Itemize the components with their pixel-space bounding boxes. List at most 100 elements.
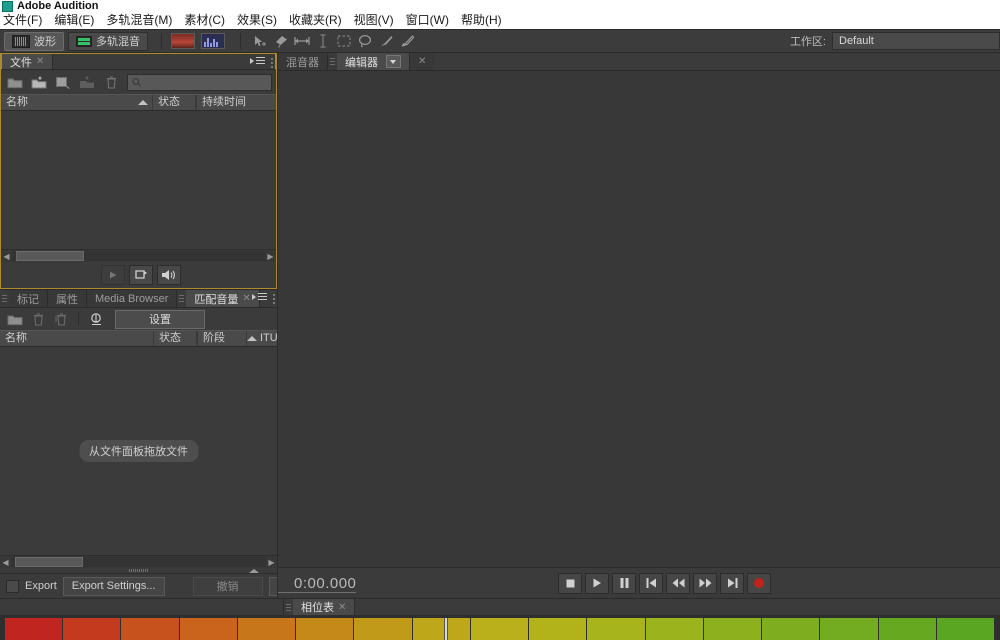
remove-file-icon[interactable] [28, 310, 48, 328]
stop-button[interactable] [558, 572, 582, 594]
column-name[interactable]: 名称 [0, 331, 153, 346]
match-loudness-list[interactable]: 从文件面板拖放文件 [0, 347, 277, 555]
panel-menu-icon[interactable] [250, 57, 265, 64]
column-status[interactable]: 状态 [153, 331, 197, 346]
scroll-left-icon[interactable]: ◀ [0, 557, 11, 568]
scroll-right-icon[interactable]: ▶ [265, 251, 276, 262]
spectral-pitch-display-icon[interactable] [201, 33, 225, 49]
close-icon[interactable]: ✕ [36, 56, 44, 67]
meter-tab-drag-handle[interactable] [284, 599, 293, 615]
editor-canvas[interactable] [278, 71, 1000, 567]
match-scroll-track[interactable] [11, 557, 266, 567]
scroll-left-icon[interactable]: ◀ [1, 251, 12, 262]
scan-loudness-icon[interactable] [86, 310, 106, 328]
tab-mixer[interactable]: 混音器 [278, 53, 328, 70]
lasso-selection-icon[interactable] [355, 32, 375, 50]
files-horizontal-scrollbar[interactable]: ◀ ▶ [1, 249, 276, 262]
remove-all-files-icon[interactable] [51, 310, 71, 328]
paintbrush-selection-icon[interactable] [376, 32, 396, 50]
scroll-right-icon[interactable]: ▶ [266, 557, 277, 568]
transport-bar: 0:00.000 [278, 567, 1000, 598]
spectral-frequency-display-icon[interactable] [171, 33, 195, 49]
editor-tab-drag-handle[interactable] [328, 53, 337, 70]
panel-resize-grip[interactable] [0, 568, 277, 573]
column-name[interactable]: 名称 [1, 95, 152, 110]
match-horizontal-scrollbar[interactable]: ◀ ▶ [0, 555, 277, 568]
slip-tool-icon[interactable] [271, 32, 291, 50]
chevron-down-icon[interactable] [386, 55, 401, 68]
fast-forward-button[interactable] [693, 572, 717, 594]
tab-properties[interactable]: 属性 [48, 290, 87, 307]
timecode-display[interactable]: 0:00.000 [278, 575, 357, 593]
tab-phase-meter[interactable]: 相位表 ✕ [293, 599, 356, 615]
tab-match-loudness[interactable]: 匹配音量 ✕ [186, 290, 260, 307]
multitrack-view-button[interactable]: 多轨混音 [68, 31, 148, 51]
match-scroll-thumb[interactable] [15, 557, 83, 567]
files-scroll-thumb[interactable] [16, 251, 84, 261]
export-file-icon[interactable] [77, 73, 97, 91]
files-volume-button[interactable] [157, 265, 181, 285]
meter-segment [5, 618, 64, 640]
menu-help[interactable]: 帮助(H) [461, 12, 510, 29]
panel-options-icon[interactable] [271, 58, 273, 68]
move-to-end-button[interactable] [720, 572, 744, 594]
tab-editor[interactable]: 编辑器 [337, 53, 410, 70]
close-icon[interactable]: ✕ [418, 56, 426, 67]
marquee-selection-icon[interactable] [334, 32, 354, 50]
match-tab-drag-handle[interactable] [177, 290, 186, 307]
panel-menu-icon[interactable] [252, 293, 267, 300]
cancel-button[interactable]: 撤销 [192, 576, 263, 596]
export-settings-button[interactable]: Export Settings... [62, 576, 165, 596]
column-status[interactable]: 状态 [152, 95, 196, 110]
time-selection-icon[interactable] [292, 32, 312, 50]
menu-multitrack[interactable]: 多轨混音(M) [106, 12, 180, 29]
panel-drag-handle[interactable] [0, 290, 9, 307]
close-icon[interactable]: ✕ [242, 293, 250, 304]
menu-favorites[interactable]: 收藏夹(R) [289, 12, 350, 29]
record-button[interactable] [747, 572, 771, 594]
import-file-icon[interactable] [29, 73, 49, 91]
tab-media-browser[interactable]: Media Browser [87, 290, 178, 307]
column-stage[interactable]: 阶段 [197, 331, 247, 346]
add-files-icon[interactable] [5, 310, 25, 328]
menu-file[interactable]: 文件(F) [3, 12, 50, 29]
editor-close-tab[interactable]: ✕ [410, 53, 435, 70]
column-itu[interactable]: ITU [247, 331, 277, 346]
panel-options-icon[interactable] [273, 294, 275, 304]
play-button[interactable] [585, 572, 609, 594]
menu-edit[interactable]: 编辑(E) [54, 12, 102, 29]
export-checkbox[interactable] [6, 579, 19, 593]
spot-healing-brush-icon[interactable] [397, 32, 417, 50]
files-loop-button[interactable] [129, 265, 153, 285]
match-settings-button[interactable]: 设置 [115, 309, 205, 329]
menu-view[interactable]: 视图(V) [354, 12, 402, 29]
column-duration[interactable]: 持续时间 [196, 95, 276, 110]
delete-file-icon[interactable] [101, 73, 121, 91]
export-label: Export [25, 580, 57, 592]
level-meter[interactable] [5, 618, 995, 640]
move-to-start-button[interactable] [639, 572, 663, 594]
meter-playhead[interactable] [444, 618, 448, 640]
meter-strip[interactable] [0, 615, 1000, 640]
menu-clip[interactable]: 素材(C) [184, 12, 233, 29]
open-file-icon[interactable] [5, 73, 25, 91]
close-icon[interactable]: ✕ [338, 602, 346, 613]
files-search-box[interactable] [127, 73, 272, 91]
files-search-input[interactable] [145, 75, 271, 89]
menu-effects[interactable]: 效果(S) [237, 12, 285, 29]
tab-markers[interactable]: 标记 [9, 290, 48, 307]
files-scroll-track[interactable] [12, 251, 265, 261]
files-list[interactable] [1, 111, 276, 249]
waveform-view-button[interactable]: 波形 [4, 31, 64, 51]
pause-button[interactable] [612, 572, 636, 594]
audition-window: Adobe Audition 文件(F) 编辑(E) 多轨混音(M) 素材(C)… [0, 0, 1000, 640]
move-tool-icon[interactable] [250, 32, 270, 50]
collapse-icon[interactable] [249, 568, 259, 573]
workspace-dropdown[interactable]: Default [832, 32, 1000, 50]
tab-files[interactable]: 文件 ✕ [2, 54, 54, 69]
files-play-button[interactable] [101, 265, 125, 285]
rewind-button[interactable] [666, 572, 690, 594]
text-cursor-icon[interactable] [313, 32, 333, 50]
menu-window[interactable]: 窗口(W) [406, 12, 457, 29]
new-file-icon[interactable] [53, 73, 73, 91]
